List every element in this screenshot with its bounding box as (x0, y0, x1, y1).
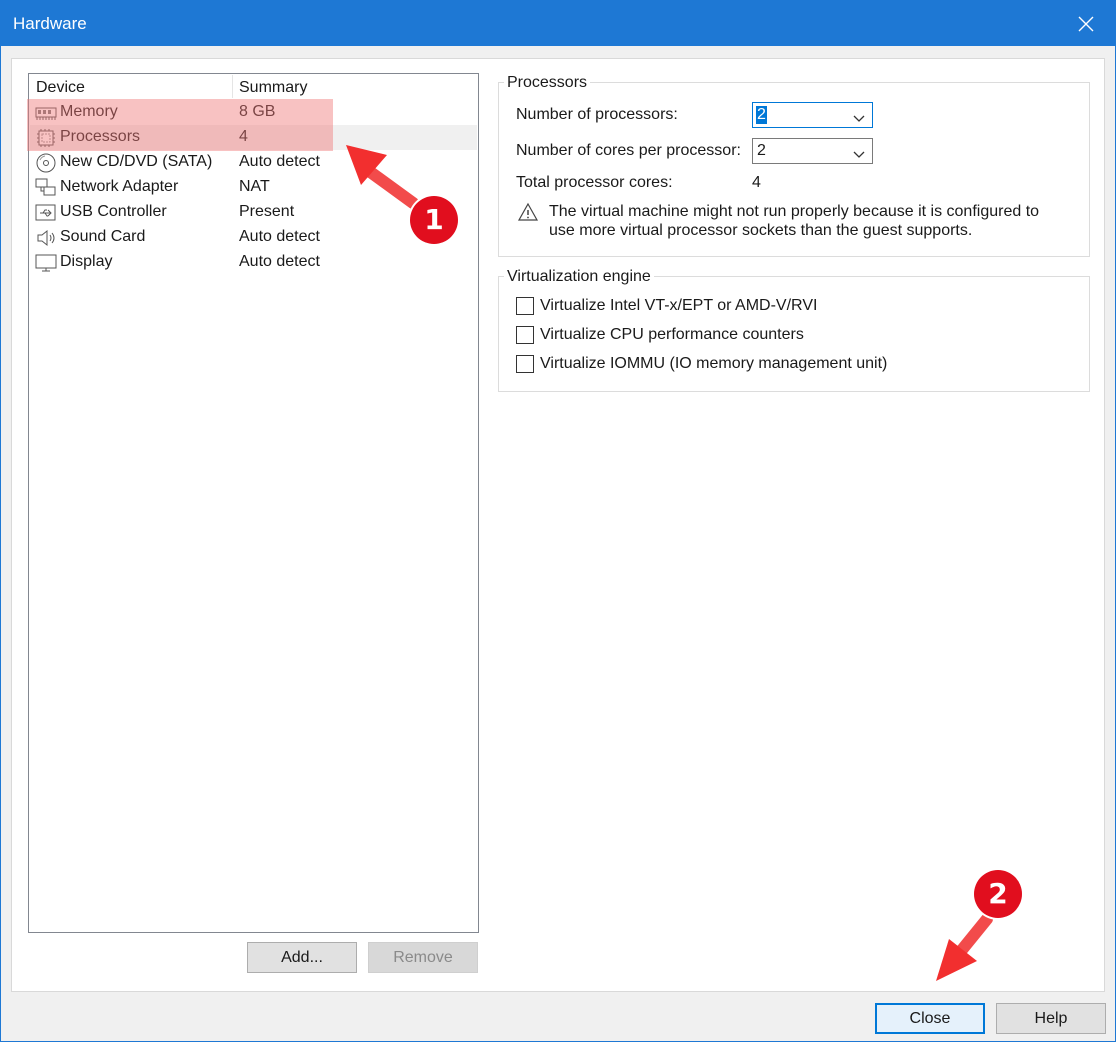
device-summary: NAT (239, 178, 270, 195)
annotation-badge-2: 2 (974, 870, 1022, 918)
vtx-checkbox[interactable] (516, 297, 534, 315)
window-title: Hardware (13, 14, 87, 33)
cpu-counters-label[interactable]: Virtualize CPU performance counters (540, 326, 804, 344)
device-name: USB Controller (60, 203, 167, 220)
column-separator[interactable] (232, 75, 233, 98)
device-row-display[interactable]: Display Auto detect (30, 250, 477, 275)
cores-per-processor-value: 2 (757, 142, 766, 159)
device-name: New CD/DVD (SATA) (60, 153, 213, 170)
close-button[interactable]: Close (875, 1003, 985, 1034)
cores-per-processor-select[interactable]: 2 (752, 138, 873, 164)
annotation-arrow-1 (346, 145, 419, 209)
iommu-checkbox[interactable] (516, 355, 534, 373)
total-cores-value: 4 (752, 174, 761, 191)
device-row-sound-card[interactable]: Sound Card Auto detect (30, 225, 477, 250)
title-bar: Hardware (1, 1, 1115, 46)
warning-message: The virtual machine might not run proper… (549, 203, 1040, 239)
cores-per-processor-label: Number of cores per processor: (516, 142, 741, 159)
add-button[interactable]: Add... (247, 942, 357, 973)
speaker-icon (35, 228, 57, 248)
hardware-dialog: Hardware Device Summary Memory 8 GB Proc… (0, 0, 1116, 1042)
device-name: Sound Card (60, 228, 146, 245)
total-cores-label: Total processor cores: (516, 174, 673, 191)
vtx-label[interactable]: Virtualize Intel VT-x/EPT or AMD-V/RVI (540, 297, 817, 315)
device-name: Network Adapter (60, 178, 179, 195)
remove-button[interactable]: Remove (368, 942, 478, 973)
device-summary: Auto detect (239, 153, 320, 170)
display-icon (35, 253, 57, 273)
annotation-badge-1: 1 (410, 196, 458, 244)
close-window-icon[interactable] (1063, 1, 1109, 46)
chevron-down-icon (853, 146, 865, 164)
usb-icon (35, 203, 57, 223)
processors-group-label: Processors (504, 74, 591, 92)
device-summary: Present (239, 203, 295, 220)
virtualization-group-label: Virtualization engine (504, 268, 654, 286)
num-processors-select[interactable]: 2 (752, 102, 873, 128)
warning-icon (517, 202, 539, 227)
iommu-label[interactable]: Virtualize IOMMU (IO memory management u… (540, 355, 887, 373)
cd-dvd-icon (35, 153, 57, 173)
annotation-arrow-2 (936, 913, 993, 981)
highlight-memory-processors (27, 99, 333, 151)
chevron-down-icon (853, 110, 865, 128)
num-processors-value: 2 (756, 106, 767, 124)
column-header-summary[interactable]: Summary (239, 74, 307, 98)
device-summary: Auto detect (239, 253, 320, 270)
device-name: Display (60, 253, 113, 270)
help-button[interactable]: Help (996, 1003, 1106, 1034)
network-adapter-icon (35, 178, 57, 198)
column-header-device[interactable]: Device (36, 74, 85, 98)
cpu-counters-checkbox[interactable] (516, 326, 534, 344)
num-processors-label: Number of processors: (516, 106, 678, 123)
device-summary: Auto detect (239, 228, 320, 245)
